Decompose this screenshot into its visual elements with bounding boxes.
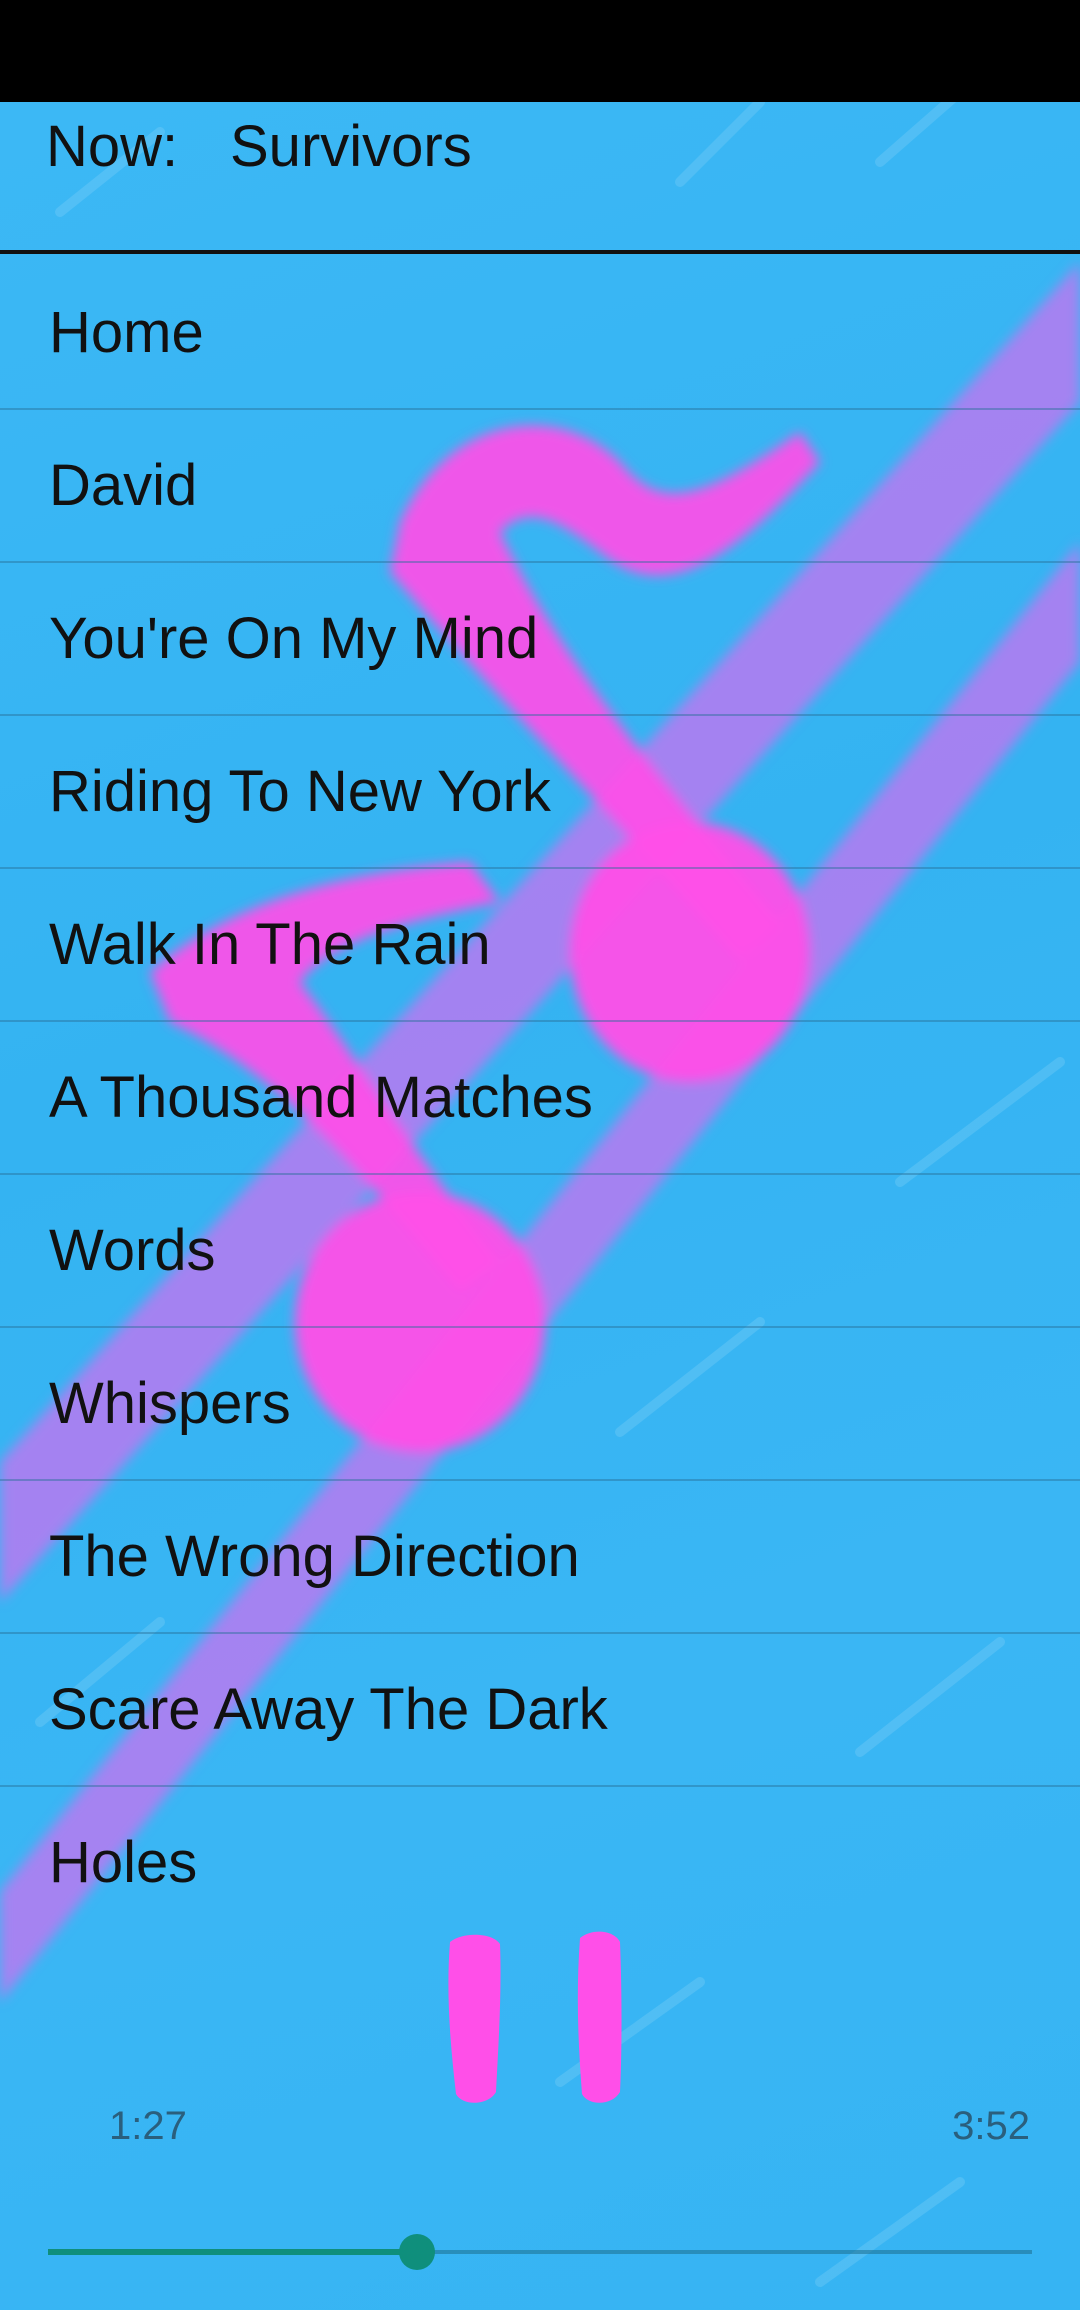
track-title: A Thousand Matches xyxy=(49,1065,593,1130)
track-item-a-thousand-matches[interactable]: A Thousand Matches xyxy=(0,1022,1080,1175)
status-bar xyxy=(0,0,1080,102)
track-item-david[interactable]: David xyxy=(0,410,1080,563)
elapsed-time: 1:27 xyxy=(109,2104,187,2148)
track-title: Scare Away The Dark xyxy=(49,1677,608,1742)
total-time: 3:52 xyxy=(952,2104,1030,2148)
track-title: David xyxy=(49,453,198,518)
track-item-words[interactable]: Words xyxy=(0,1175,1080,1328)
seek-bar[interactable] xyxy=(48,2232,1032,2272)
track-list: Home David You're On My Mind Riding To N… xyxy=(0,257,1080,1940)
now-playing-title: Survivors xyxy=(230,114,472,179)
track-item-walk-in-the-rain[interactable]: Walk In The Rain xyxy=(0,869,1080,1022)
seek-progress xyxy=(48,2249,417,2255)
now-playing-label: Now: xyxy=(46,114,179,179)
track-title: Whispers xyxy=(49,1371,291,1436)
seek-thumb[interactable] xyxy=(399,2234,435,2270)
pause-button[interactable] xyxy=(432,1922,652,2112)
track-title: The Wrong Direction xyxy=(49,1524,580,1589)
track-title: Home xyxy=(49,300,204,365)
track-item-holes[interactable]: Holes xyxy=(0,1787,1080,1940)
music-player-screen: Now: Survivors Home David You're On My M… xyxy=(0,102,1080,2310)
track-item-home[interactable]: Home xyxy=(0,257,1080,410)
track-item-youre-on-my-mind[interactable]: You're On My Mind xyxy=(0,563,1080,716)
track-title: Riding To New York xyxy=(49,759,551,824)
track-title: Words xyxy=(49,1218,216,1283)
track-item-riding-to-new-york[interactable]: Riding To New York xyxy=(0,716,1080,869)
track-item-the-wrong-direction[interactable]: The Wrong Direction xyxy=(0,1481,1080,1634)
track-item-scare-away-the-dark[interactable]: Scare Away The Dark xyxy=(0,1634,1080,1787)
track-item-whispers[interactable]: Whispers xyxy=(0,1328,1080,1481)
track-title: Holes xyxy=(49,1830,198,1895)
now-playing-bar: Now: Survivors xyxy=(0,102,1080,254)
pause-icon xyxy=(448,1931,622,2103)
track-title: Walk In The Rain xyxy=(49,912,491,977)
track-title: You're On My Mind xyxy=(49,606,539,671)
